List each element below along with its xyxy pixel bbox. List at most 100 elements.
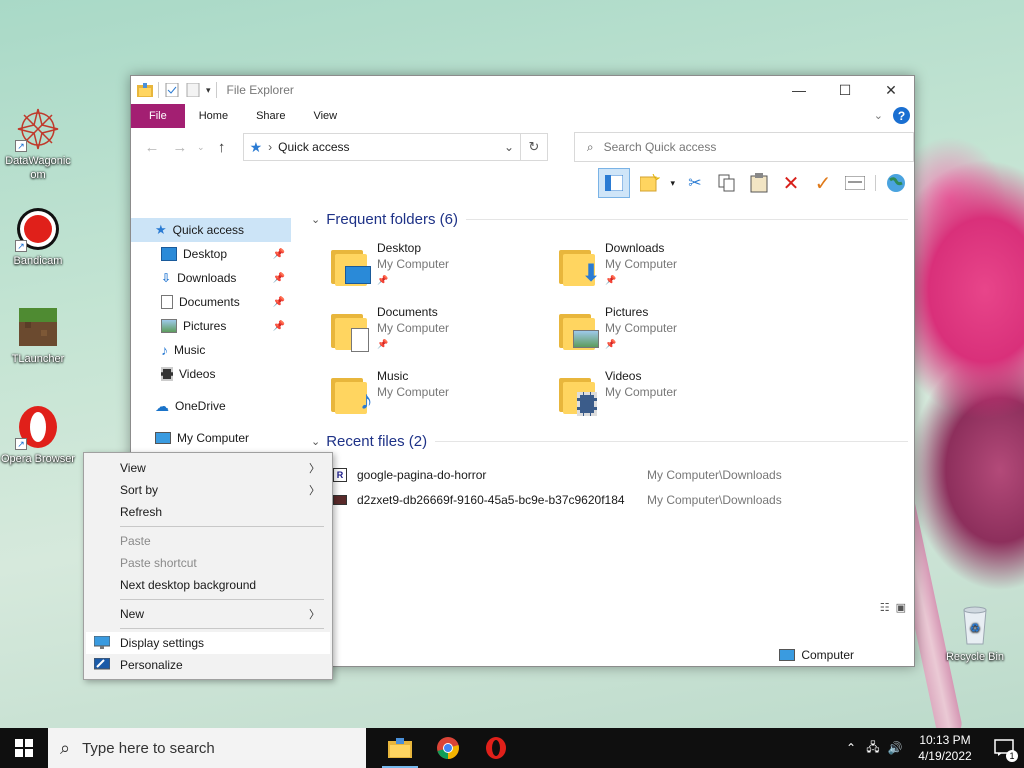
nav-item-documents[interactable]: Documents 📌 [131, 290, 291, 314]
new-folder-dropdown-icon[interactable]: ▾ [670, 178, 675, 189]
frequent-folders-header[interactable]: ⌄ Frequent folders (6) [311, 208, 914, 230]
menu-item-refresh[interactable]: Refresh [86, 501, 330, 523]
properties-box-icon[interactable] [843, 171, 867, 195]
folder-tile-downloads[interactable]: ⬇ Downloads My Computer 📌 [559, 240, 787, 288]
nav-label: Documents [179, 295, 240, 309]
rename-check-icon[interactable]: ✓ [811, 171, 835, 195]
properties-icon[interactable] [164, 83, 180, 97]
taskbar-app-chrome[interactable] [424, 728, 472, 768]
pin-icon[interactable]: 📌 [273, 249, 285, 260]
new-folder-button[interactable] [638, 171, 662, 195]
notification-center-button[interactable]: 1 [984, 728, 1024, 768]
chevron-down-icon[interactable]: ⌄ [197, 142, 205, 153]
music-note-icon: ♪ [161, 342, 168, 358]
menu-item-next-desktop-background[interactable]: Next desktop background [86, 574, 330, 596]
pin-icon[interactable]: 📌 [273, 321, 285, 332]
system-tray: ⌃ 🖧 🔊 10:13 PM 4/19/2022 1 [840, 728, 1024, 768]
tab-share[interactable]: Share [242, 104, 299, 128]
address-bar[interactable]: ★ › Quick access ⌄ [242, 133, 522, 161]
desktop-icon-bandicam[interactable]: ↗ Bandicam [0, 206, 76, 268]
cut-icon[interactable]: ✂ [683, 171, 707, 195]
menu-item-personalize[interactable]: Personalize [86, 654, 330, 676]
menu-item-sort-by[interactable]: Sort by 〉 [86, 479, 330, 501]
search-input[interactable]: ⌕ Search Quick access [573, 132, 914, 162]
up-arrow-icon[interactable]: ↑ [211, 139, 233, 156]
nav-item-onedrive[interactable]: ☁ OneDrive [131, 394, 291, 418]
taskbar-search-input[interactable]: ⌕ Type here to search [48, 728, 366, 768]
chevron-up-icon[interactable]: ⌃ [840, 741, 862, 755]
desktop-icon-opera[interactable]: ↗ Opera Browser [0, 404, 76, 466]
minimize-button[interactable]: — [776, 76, 822, 104]
chevron-right-icon[interactable]: › [268, 140, 272, 154]
star-icon: ★ [249, 138, 263, 155]
menu-label: Sort by [120, 483, 159, 497]
paste-icon[interactable] [747, 171, 771, 195]
folder-tile-music[interactable]: ♪ Music My Computer [331, 368, 559, 416]
menu-item-view[interactable]: View 〉 [86, 457, 330, 479]
back-arrow-icon[interactable]: ← [141, 139, 163, 156]
list-item[interactable]: R google-pagina-do-horror My Computer\Do… [333, 462, 914, 487]
chevron-down-icon[interactable]: ⌄ [311, 435, 320, 448]
recent-files-header[interactable]: ⌄ Recent files (2) [311, 430, 914, 452]
folder-tile-documents[interactable]: Documents My Computer 📌 [331, 304, 559, 352]
network-icon[interactable]: 🖧 [862, 738, 884, 759]
tab-home[interactable]: Home [185, 104, 242, 128]
nav-item-pictures[interactable]: Pictures 📌 [131, 314, 291, 338]
desktop-icon-datawagonic[interactable]: ↗ DataWagonic om [0, 106, 76, 182]
help-icon[interactable]: ? [893, 107, 910, 124]
volume-icon[interactable]: 🔊 [884, 741, 906, 755]
close-button[interactable]: ✕ [868, 76, 914, 104]
nav-item-music[interactable]: ♪ Music [131, 338, 291, 362]
file-name: d2zxet9-db26669f-9160-45a5-bc9e-b37c9620… [357, 492, 625, 507]
start-button[interactable] [0, 728, 48, 768]
folder-tile-desktop[interactable]: Desktop My Computer 📌 [331, 240, 559, 288]
tab-file[interactable]: File [131, 104, 185, 128]
address-dropdown-icon[interactable]: ⌄ [498, 140, 520, 154]
large-icons-view-icon[interactable]: ▣ [896, 601, 906, 614]
list-item[interactable]: d2zxet9-db26669f-9160-45a5-bc9e-b37c9620… [333, 487, 914, 512]
star-icon: ★ [155, 222, 167, 237]
expand-ribbon-icon[interactable]: ⌄ [874, 109, 883, 122]
copy-icon[interactable] [715, 171, 739, 195]
opera-icon: ↗ [15, 404, 61, 450]
desktop-folder-icon [161, 247, 177, 261]
menu-separator [120, 526, 324, 527]
menu-item-display-settings[interactable]: Display settings [86, 632, 330, 654]
folder-location: My Computer [605, 321, 678, 335]
pin-icon[interactable]: 📌 [273, 273, 285, 284]
nav-item-my-computer[interactable]: My Computer [131, 426, 291, 450]
clock-date: 4/19/2022 [918, 749, 972, 763]
details-view-icon[interactable]: ☷ [880, 601, 890, 614]
datawagonic-icon: ↗ [15, 106, 61, 152]
notification-count: 1 [1006, 750, 1018, 762]
menu-item-new[interactable]: New 〉 [86, 603, 330, 625]
quick-access-toolbar: ▾ [137, 82, 217, 98]
pin-icon[interactable]: 📌 [273, 297, 285, 308]
desktop-icon-tlauncher[interactable]: TLauncher [0, 304, 76, 366]
forward-arrow-icon[interactable]: → [169, 139, 191, 156]
nav-item-quick-access[interactable]: ★ Quick access [131, 218, 291, 242]
folder-tile-pictures[interactable]: Pictures My Computer 📌 [559, 304, 787, 352]
maximize-button[interactable]: ☐ [822, 76, 868, 104]
nav-item-desktop[interactable]: Desktop 📌 [131, 242, 291, 266]
folder-tile-videos[interactable]: Videos My Computer [559, 368, 787, 416]
navigation-pane-button[interactable] [598, 168, 631, 198]
tab-view[interactable]: View [299, 104, 351, 128]
clock[interactable]: 10:13 PM 4/19/2022 [906, 732, 984, 764]
taskbar-app-opera[interactable] [472, 728, 520, 768]
delete-icon[interactable]: ✕ [779, 171, 803, 195]
menu-label: View [120, 461, 146, 475]
nav-item-videos[interactable]: Videos [131, 362, 291, 386]
chevron-right-icon: 〉 [309, 609, 320, 621]
title-bar[interactable]: ▾ File Explorer — ☐ ✕ [131, 76, 914, 104]
refresh-button[interactable]: ↻ [520, 133, 548, 161]
separator [158, 82, 159, 98]
desktop-icon-recycle-bin[interactable]: ♻ Recycle Bin [937, 602, 1013, 664]
globe-icon[interactable] [884, 171, 908, 195]
chevron-down-icon[interactable]: ⌄ [311, 213, 320, 226]
nav-item-downloads[interactable]: ⇩ Downloads 📌 [131, 266, 291, 290]
taskbar-app-file-explorer[interactable] [376, 728, 424, 768]
search-icon: ⌕ [586, 139, 594, 154]
new-folder-icon[interactable] [185, 83, 201, 97]
customize-qat-icon[interactable]: ▾ [206, 85, 211, 96]
